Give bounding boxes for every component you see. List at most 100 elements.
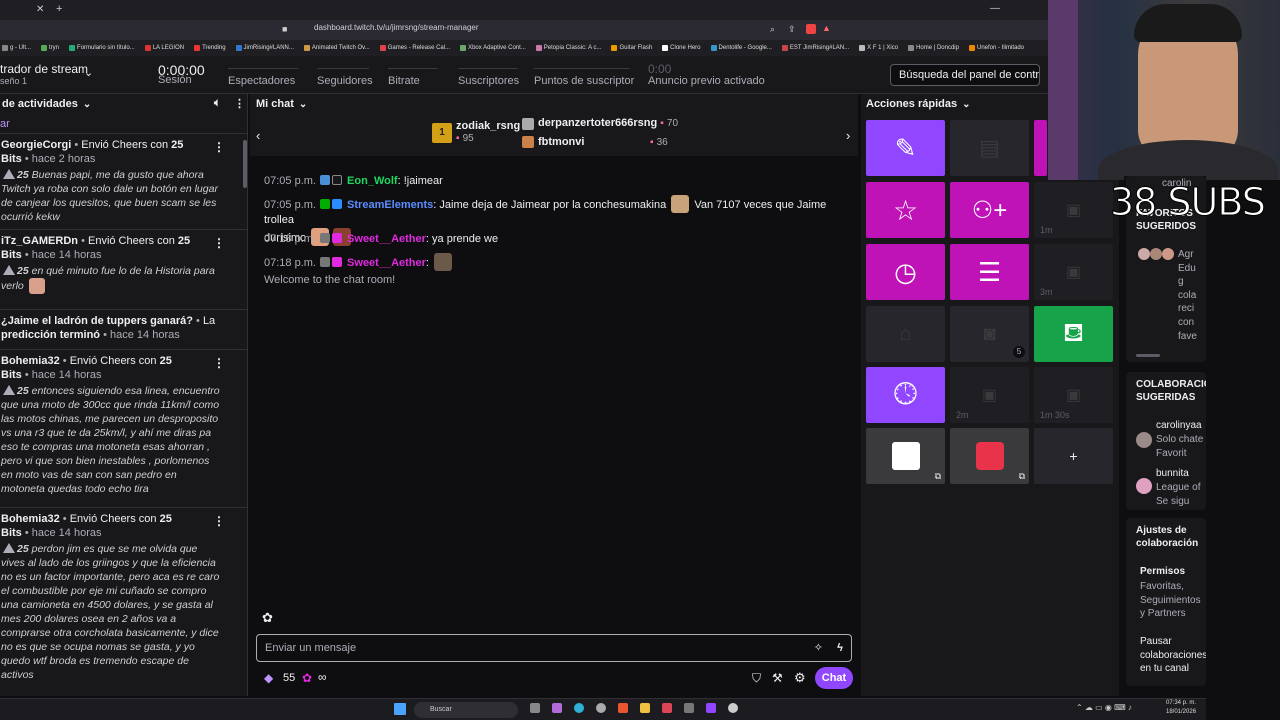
layout-button[interactable]: ☰: [950, 244, 1029, 300]
tray-icons[interactable]: ⌃ ☁ ▭ ◉ ⌨ ♪: [1076, 703, 1132, 712]
taskbar-app-icon[interactable]: [684, 703, 694, 713]
chat-username[interactable]: Sweet__Aether: [347, 233, 426, 245]
more-options-icon[interactable]: ⋮: [213, 514, 225, 528]
taskbar-app-icon[interactable]: [552, 703, 562, 713]
feed-item-prediction[interactable]: ¿Jaime el ladrón de tuppers ganará? • La…: [0, 310, 247, 350]
feed-item-cheer[interactable]: Bohemia32 • Envió Cheers con 25 Bits • h…: [0, 350, 247, 508]
taskbar-app-icon[interactable]: [618, 703, 628, 713]
chat-send-button[interactable]: Chat: [815, 667, 853, 689]
taskbar-app-icon[interactable]: [574, 703, 584, 713]
shield-icon[interactable]: ⛉: [752, 671, 761, 686]
chat-message[interactable]: 07:05 p.m. Eon_Wolf: !jaimear: [264, 174, 834, 189]
add-user-button[interactable]: ⚇+: [950, 182, 1029, 238]
bookmark-item[interactable]: Petopia Classic: A c...: [535, 45, 601, 51]
taskbar-app-icon[interactable]: [596, 703, 606, 713]
chevron-down-icon[interactable]: ⌄: [299, 99, 307, 110]
bookmark-item[interactable]: Home | Doncdip: [908, 45, 959, 51]
bookmark-item[interactable]: Guitar Flash: [611, 45, 652, 51]
highlight-button[interactable]: ☆: [866, 182, 945, 238]
dashboard-search-input[interactable]: Búsqueda del panel de contr: [890, 64, 1040, 86]
ad-action-tile[interactable]: ▣ 1m 30s: [1034, 367, 1113, 423]
mod-tools-icon[interactable]: ⚒: [772, 671, 783, 685]
chat-message[interactable]: 07:18 p.m. Sweet__Aether: ya prende we: [264, 232, 834, 247]
leaderboard-entry[interactable]: zodiak_rsng ▪ 95: [456, 120, 520, 144]
bookmark-item[interactable]: Dentolife - Google...: [710, 45, 772, 51]
bookmark-star-icon[interactable]: ■: [282, 24, 287, 34]
bookmark-item[interactable]: Xbox Adaptive Cont...: [460, 45, 526, 51]
extension-action-tile[interactable]: ⧉: [866, 428, 945, 484]
bookmark-item[interactable]: LA LEGION: [144, 45, 184, 51]
window-controls[interactable]: —: [990, 3, 1000, 14]
community-points-icon[interactable]: ✿: [262, 610, 273, 626]
bookmark-item[interactable]: g - Ult...: [2, 45, 31, 51]
camera-action-tile[interactable]: ◙ 5: [950, 306, 1029, 362]
bookmark-item[interactable]: Formulario sin título...: [69, 45, 135, 51]
mute-icon[interactable]: 🔈︎: [214, 97, 221, 110]
more-options-icon[interactable]: ⋮: [213, 140, 225, 154]
chevron-left-icon[interactable]: ‹: [256, 128, 260, 143]
chat-username[interactable]: Eon_Wolf: [347, 175, 398, 187]
windows-start-icon[interactable]: [394, 703, 406, 715]
zoom-icon[interactable]: ⌕: [770, 24, 775, 35]
bookmark-item[interactable]: Animated Twitch Ov...: [303, 45, 370, 51]
schedule-button[interactable]: 🕓︎: [866, 367, 945, 423]
chevron-down-icon[interactable]: ⌄: [84, 66, 93, 79]
activity-filter[interactable]: ar: [0, 114, 247, 134]
close-tab-icon[interactable]: ✕: [36, 4, 44, 15]
url-text[interactable]: dashboard.twitch.tv/u/jimrsng/stream-man…: [314, 23, 479, 32]
reward-timer-button[interactable]: ◷: [866, 244, 945, 300]
chevron-down-icon[interactable]: ⌄: [962, 99, 970, 110]
chevron-down-icon[interactable]: ⌄: [83, 99, 91, 110]
feed-item-cheer[interactable]: GeorgieCorgi • Envió Cheers con 25 Bits …: [0, 134, 247, 230]
taskbar-search-input[interactable]: Buscar: [414, 702, 518, 718]
scrollbar[interactable]: [1136, 354, 1160, 357]
chevron-right-icon[interactable]: ›: [846, 128, 850, 143]
chat-input[interactable]: Enviar un mensaje ✧ ϟ: [256, 634, 852, 662]
more-options-icon[interactable]: ⋮: [234, 97, 245, 110]
taskbar-app-icon[interactable]: [706, 703, 716, 713]
bookmark-item[interactable]: EST JimRising#LAN...: [781, 45, 849, 51]
taskbar-app-icon[interactable]: [640, 703, 650, 713]
taskbar-app-icon[interactable]: [530, 703, 540, 713]
chat-username[interactable]: StreamElements: [347, 199, 433, 211]
url-bar[interactable]: ■ dashboard.twitch.tv/u/jimrsng/stream-m…: [0, 20, 1048, 40]
settings-icon[interactable]: ⚙: [794, 670, 806, 686]
bookmark-item[interactable]: tryn: [41, 45, 59, 51]
more-options-icon[interactable]: ⋮: [213, 236, 225, 250]
bookmark-action-tile[interactable]: ⌂: [866, 306, 945, 362]
chat-message[interactable]: 07:18 p.m. Sweet__Aether:: [264, 253, 834, 271]
taskbar-app-icon[interactable]: [662, 703, 672, 713]
edit-stream-info-button[interactable]: ✎: [866, 120, 945, 176]
clip-button[interactable]: ▤: [950, 120, 1029, 176]
alert-icon[interactable]: ▲: [822, 23, 831, 33]
taskbar-app-icon[interactable]: [728, 703, 738, 713]
ad-action-tile[interactable]: ▣ 2m: [950, 367, 1029, 423]
feed-item-cheer[interactable]: iTz_GAMERDn • Envió Cheers con 25 Bits •…: [0, 230, 247, 310]
channel-points-icon[interactable]: ✿: [302, 671, 312, 685]
more-options-icon[interactable]: ⋮: [213, 356, 225, 370]
leaderboard-entry[interactable]: derpanzertoter666rsng ▪ 70: [538, 117, 678, 129]
ad-action-tile[interactable]: ▣ 3m: [1034, 244, 1113, 300]
emote-picker-icon[interactable]: ϟ: [837, 635, 843, 661]
extension-icon[interactable]: [806, 24, 816, 34]
bookmark-item[interactable]: JimRising#LANN...: [235, 45, 294, 51]
ad-action-tile[interactable]: ▣ 1m: [1034, 182, 1113, 238]
prediction-button[interactable]: ⛾: [1034, 306, 1113, 362]
bookmark-item[interactable]: Trending: [194, 45, 226, 51]
bookmark-item[interactable]: Unefon - Ilimitado: [968, 45, 1024, 51]
partial-action-tile[interactable]: [1034, 120, 1047, 176]
magic-icon[interactable]: ✧: [814, 635, 823, 661]
permissions-title[interactable]: Permisos: [1140, 566, 1185, 577]
bits-icon[interactable]: ◆: [264, 671, 273, 685]
add-quick-action-button[interactable]: +: [1034, 428, 1113, 484]
extension-action-tile[interactable]: ⧉: [950, 428, 1029, 484]
new-tab-icon[interactable]: +: [56, 3, 62, 15]
leaderboard-entry[interactable]: fbtmonvi: [538, 136, 584, 148]
feed-item-cheer[interactable]: Bohemia32 • Envió Cheers con 25 Bits • h…: [0, 508, 247, 681]
bookmark-item[interactable]: Clone Hero: [662, 45, 701, 51]
chat-username[interactable]: Sweet__Aether: [347, 257, 426, 269]
bookmark-item[interactable]: Games - Release Cal...: [379, 45, 450, 51]
share-icon[interactable]: ⇪: [788, 24, 796, 35]
pause-collabs-link[interactable]: Pausar colaboraciones en tu canal: [1140, 635, 1206, 676]
bookmark-item[interactable]: X F 1 | Xico: [859, 45, 898, 51]
